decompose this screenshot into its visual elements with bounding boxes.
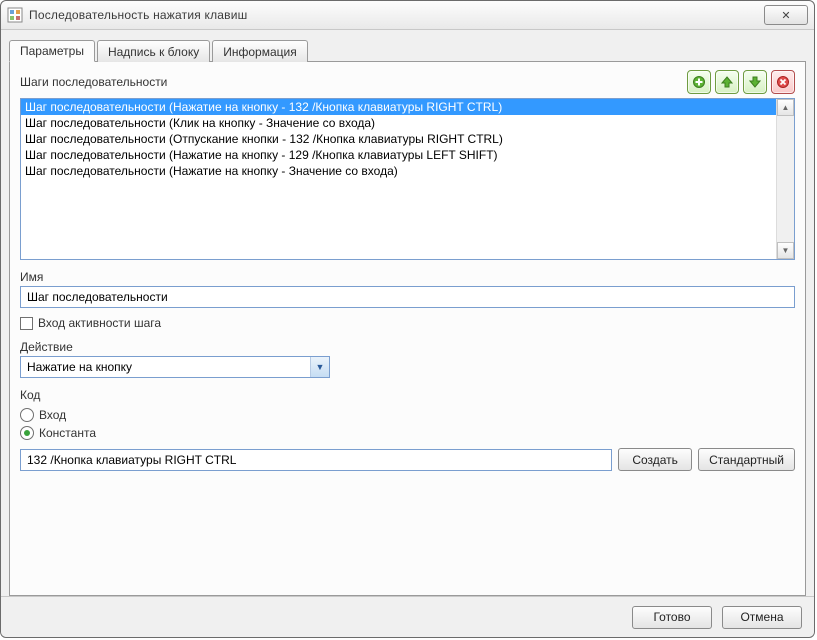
tabs: Параметры Надпись к блоку Информация: [9, 38, 806, 62]
code-input[interactable]: [20, 449, 612, 471]
dialog-window: Последовательность нажатия клавиш ✕ Пара…: [0, 0, 815, 638]
cancel-button[interactable]: Отмена: [722, 606, 802, 629]
listbox-scrollbar[interactable]: ▲ ▼: [776, 99, 794, 259]
list-item[interactable]: Шаг последовательности (Клик на кнопку -…: [21, 115, 794, 131]
action-label: Действие: [20, 340, 795, 354]
action-select-value: Нажатие на кнопку: [21, 357, 310, 377]
standard-button[interactable]: Стандартный: [698, 448, 795, 471]
ok-button-label: Готово: [653, 610, 690, 624]
activity-checkbox[interactable]: [20, 317, 33, 330]
tab-info[interactable]: Информация: [212, 40, 307, 62]
tab-parameters-label: Параметры: [20, 44, 84, 58]
list-item[interactable]: Шаг последовательности (Нажатие на кнопк…: [21, 147, 794, 163]
steps-label: Шаги последовательности: [20, 75, 167, 89]
chevron-down-icon[interactable]: ▼: [310, 357, 329, 377]
window-title: Последовательность нажатия клавиш: [29, 8, 764, 22]
tab-info-label: Информация: [223, 45, 296, 59]
radio-input-label: Вход: [39, 408, 66, 422]
create-button[interactable]: Создать: [618, 448, 692, 471]
arrow-down-icon: [749, 76, 761, 88]
name-input[interactable]: [20, 286, 795, 308]
tab-parameters[interactable]: Параметры: [9, 40, 95, 62]
create-button-label: Создать: [632, 453, 678, 467]
scroll-up-button[interactable]: ▲: [777, 99, 794, 116]
steps-header: Шаги последовательности: [20, 70, 795, 94]
move-up-button[interactable]: [715, 70, 739, 94]
code-row: Создать Стандартный: [20, 448, 795, 471]
standard-button-label: Стандартный: [709, 453, 784, 467]
code-label: Код: [20, 388, 795, 402]
steps-listbox[interactable]: Шаг последовательности (Нажатие на кнопк…: [20, 98, 795, 260]
steps-toolbar: [687, 70, 795, 94]
move-down-button[interactable]: [743, 70, 767, 94]
add-step-button[interactable]: [687, 70, 711, 94]
window-close-button[interactable]: ✕: [764, 5, 808, 25]
activity-checkbox-row[interactable]: Вход активности шага: [20, 316, 795, 330]
radio-input-row[interactable]: Вход: [20, 408, 795, 422]
list-item[interactable]: Шаг последовательности (Нажатие на кнопк…: [21, 99, 794, 115]
radio-input[interactable]: [20, 408, 34, 422]
name-label: Имя: [20, 270, 795, 284]
activity-checkbox-label: Вход активности шага: [38, 316, 161, 330]
list-item[interactable]: Шаг последовательности (Отпускание кнопк…: [21, 131, 794, 147]
arrow-up-icon: [721, 76, 733, 88]
delete-step-button[interactable]: [771, 70, 795, 94]
client-area: Параметры Надпись к блоку Информация Шаг…: [1, 30, 814, 596]
plus-icon: [693, 76, 705, 88]
radio-const-row[interactable]: Константа: [20, 426, 795, 440]
app-icon: [7, 7, 23, 23]
list-item[interactable]: Шаг последовательности (Нажатие на кнопк…: [21, 163, 794, 179]
action-select[interactable]: Нажатие на кнопку ▼: [20, 356, 330, 378]
close-icon: ✕: [781, 9, 790, 22]
scroll-down-button[interactable]: ▼: [777, 242, 794, 259]
cancel-button-label: Отмена: [740, 610, 783, 624]
tab-panel-parameters: Шаги последовательности: [9, 61, 806, 596]
ok-button[interactable]: Готово: [632, 606, 712, 629]
delete-icon: [777, 76, 789, 88]
dialog-footer: Готово Отмена: [1, 596, 814, 637]
radio-const[interactable]: [20, 426, 34, 440]
tab-block-caption-label: Надпись к блоку: [108, 45, 199, 59]
tab-block-caption[interactable]: Надпись к блоку: [97, 40, 210, 62]
titlebar: Последовательность нажатия клавиш ✕: [1, 1, 814, 30]
radio-const-label: Константа: [39, 426, 96, 440]
